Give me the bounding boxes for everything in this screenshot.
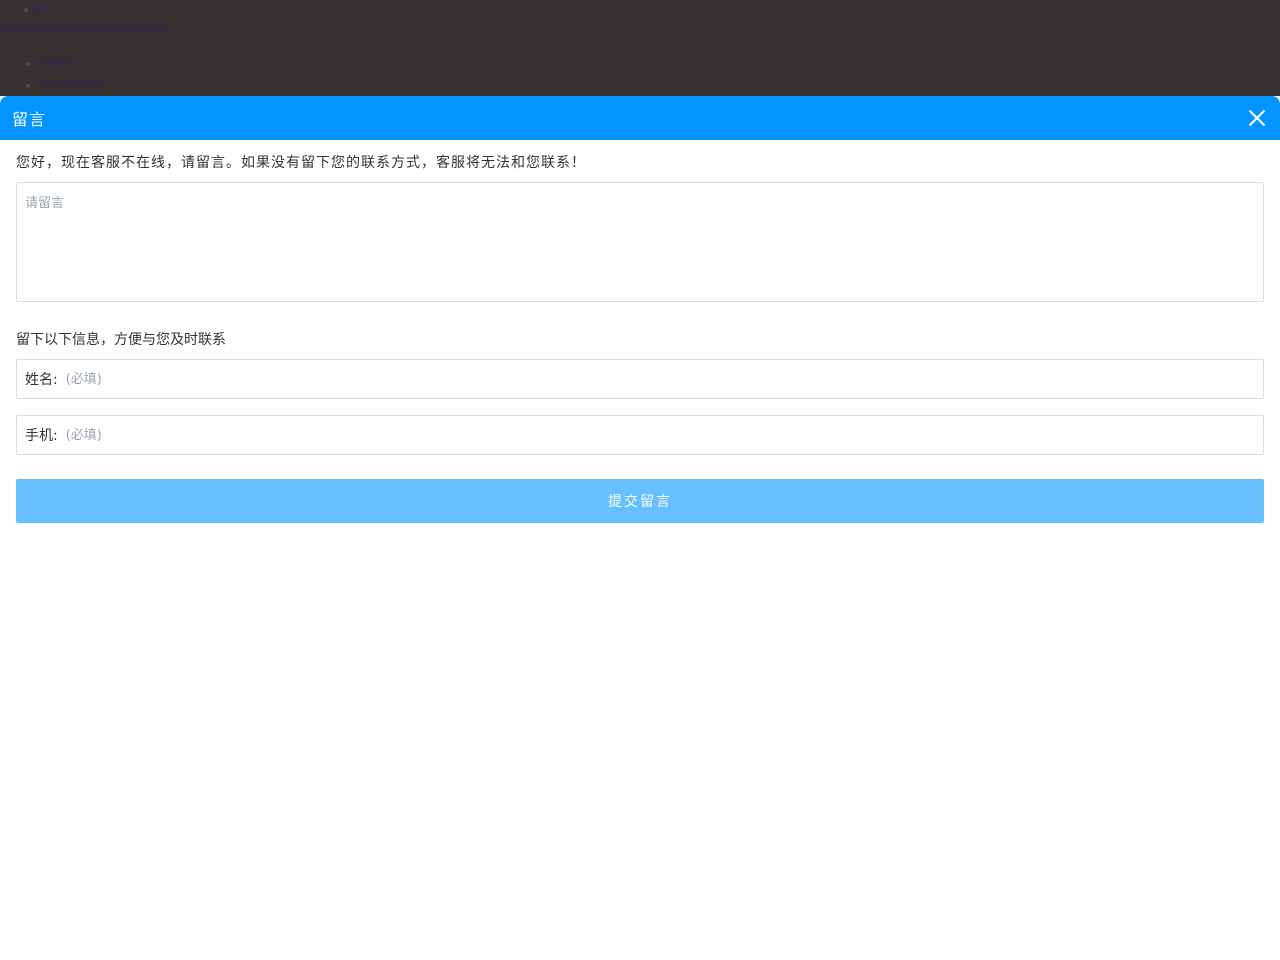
dialog-header: 留言 <box>0 96 1280 140</box>
phone-field[interactable]: 手机: <box>16 415 1264 455</box>
background-bullet <box>26 62 30 66</box>
close-button[interactable] <box>1246 107 1268 129</box>
background-link-line <box>2 24 168 30</box>
name-field-label: 姓名: <box>25 372 58 388</box>
dialog-body: 您好，现在客服不在线，请留言。如果没有留下您的联系方式，客服将无法和您联系！ 留… <box>0 153 1280 523</box>
offline-notice: 您好，现在客服不在线，请留言。如果没有留下您的联系方式，客服将无法和您联系！ <box>16 155 586 171</box>
phone-input[interactable] <box>63 426 1255 444</box>
background-link-line <box>40 82 104 88</box>
message-textarea[interactable] <box>16 182 1264 302</box>
background-page <box>0 0 1280 96</box>
dialog-title: 留言 <box>12 110 47 129</box>
leave-message-dialog: 留言 您好，现在客服不在线，请留言。如果没有留下您的联系方式，客服将无法和您联系… <box>0 96 1280 960</box>
background-bullet <box>26 84 30 88</box>
contact-prompt: 留下以下信息，方便与您及时联系 <box>16 332 226 348</box>
background-link-line <box>40 60 72 66</box>
submit-message-button[interactable]: 提交留言 <box>16 479 1264 523</box>
phone-field-label: 手机: <box>25 428 58 444</box>
name-input[interactable] <box>63 370 1255 388</box>
name-field[interactable]: 姓名: <box>16 359 1264 399</box>
background-text-line <box>28 6 44 12</box>
close-icon <box>1248 109 1266 127</box>
